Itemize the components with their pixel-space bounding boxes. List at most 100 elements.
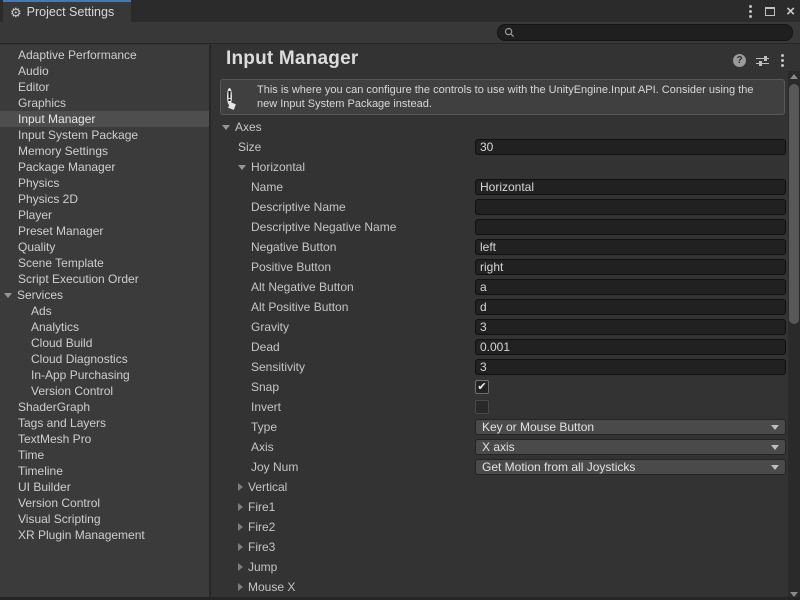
- joy-num-dropdown[interactable]: Get Motion from all Joysticks: [475, 459, 786, 475]
- row-label: Negative Button: [251, 240, 336, 254]
- sidebar-item-label: Graphics: [18, 96, 66, 110]
- alt-positive-button-field[interactable]: [475, 299, 786, 315]
- sidebar-item-audio[interactable]: Audio: [0, 63, 209, 79]
- sidebar-item-adaptive-performance[interactable]: Adaptive Performance: [0, 47, 209, 63]
- foldout-closed-icon: [238, 583, 243, 591]
- descriptive-negative-name-label: Descriptive Negative Name: [251, 217, 396, 237]
- sidebar-item-script-execution-order[interactable]: Script Execution Order: [0, 271, 209, 287]
- sidebar-item-analytics[interactable]: Analytics: [0, 319, 209, 335]
- sidebar-item-ui-builder[interactable]: UI Builder: [0, 479, 209, 495]
- row-label: Fire2: [248, 520, 275, 534]
- tab-project-settings[interactable]: ⚙ Project Settings: [3, 0, 131, 22]
- maximize-icon[interactable]: [765, 7, 775, 16]
- presets-icon[interactable]: [756, 55, 769, 67]
- row-label: Size: [238, 140, 261, 154]
- vertical-scrollbar[interactable]: [788, 71, 800, 600]
- sidebar-item-label: Input Manager: [18, 112, 95, 126]
- sidebar-item-shadergraph[interactable]: ShaderGraph: [0, 399, 209, 415]
- row-label: Invert: [251, 400, 281, 414]
- row-label: Jump: [248, 560, 277, 574]
- scrollbar-thumb[interactable]: [789, 84, 799, 324]
- foldout-fire1[interactable]: Fire1: [238, 497, 275, 517]
- sidebar-item-scene-template[interactable]: Scene Template: [0, 255, 209, 271]
- sidebar-item-version-control[interactable]: Version Control: [0, 495, 209, 511]
- tab-bar: ⚙ Project Settings ×: [0, 0, 800, 22]
- info-text: This is where you can configure the cont…: [257, 83, 776, 111]
- sidebar-item-physics[interactable]: Physics: [0, 175, 209, 191]
- sidebar-item-input-system-package[interactable]: Input System Package: [0, 127, 209, 143]
- foldout-fire3[interactable]: Fire3: [238, 537, 275, 557]
- sidebar-item-editor[interactable]: Editor: [0, 79, 209, 95]
- dead-field[interactable]: [475, 339, 786, 355]
- sidebar-item-cloud-build[interactable]: Cloud Build: [0, 335, 209, 351]
- axis-dropdown[interactable]: X axis: [475, 439, 786, 455]
- row-label: Joy Num: [251, 460, 298, 474]
- sidebar-item-player[interactable]: Player: [0, 207, 209, 223]
- panel-menu-icon[interactable]: [779, 52, 786, 69]
- foldout-mouse-x[interactable]: Mouse X: [238, 577, 295, 597]
- sidebar-item-cloud-diagnostics[interactable]: Cloud Diagnostics: [0, 351, 209, 367]
- sidebar-item-memory-settings[interactable]: Memory Settings: [0, 143, 209, 159]
- search-box[interactable]: [497, 24, 793, 41]
- snap-checkbox[interactable]: ✔: [475, 380, 489, 394]
- descriptive-negative-name-field[interactable]: [475, 219, 786, 235]
- foldout-closed-icon: [238, 483, 243, 491]
- sidebar-item-package-manager[interactable]: Package Manager: [0, 159, 209, 175]
- sidebar-item-label: Services: [17, 288, 63, 302]
- settings-sidebar: Adaptive Performance Audio Editor Graphi…: [0, 45, 211, 597]
- search-input[interactable]: [519, 27, 779, 39]
- row-label: Alt Positive Button: [251, 300, 348, 314]
- foldout-open-icon: [4, 293, 12, 298]
- sidebar-item-xr-plugin-management[interactable]: XR Plugin Management: [0, 527, 209, 543]
- scroll-up-icon[interactable]: [790, 74, 798, 79]
- invert-checkbox[interactable]: [475, 400, 489, 414]
- help-icon[interactable]: ?: [733, 54, 746, 67]
- dropdown-value: X axis: [482, 440, 771, 454]
- sensitivity-field[interactable]: [475, 359, 786, 375]
- gravity-field[interactable]: [475, 319, 786, 335]
- sidebar-item-textmesh-pro[interactable]: TextMesh Pro: [0, 431, 209, 447]
- foldout-jump[interactable]: Jump: [238, 557, 277, 577]
- sidebar-item-label: Cloud Diagnostics: [31, 352, 128, 366]
- sidebar-item-input-manager[interactable]: Input Manager: [0, 111, 209, 127]
- descriptive-name-field[interactable]: [475, 199, 786, 215]
- alt-negative-button-field[interactable]: [475, 279, 786, 295]
- sidebar-item-graphics[interactable]: Graphics: [0, 95, 209, 111]
- sidebar-item-quality[interactable]: Quality: [0, 239, 209, 255]
- sidebar-item-tags-and-layers[interactable]: Tags and Layers: [0, 415, 209, 431]
- tab-title: Project Settings: [27, 5, 115, 19]
- info-box: ! This is where you can configure the co…: [220, 79, 785, 115]
- joy-num-label: Joy Num: [251, 457, 298, 477]
- sidebar-item-label: Package Manager: [18, 160, 115, 174]
- positive-button-field[interactable]: [475, 259, 786, 275]
- foldout-horizontal[interactable]: Horizontal: [238, 157, 305, 177]
- row-label: Fire1: [248, 500, 275, 514]
- sidebar-item-physics-2d[interactable]: Physics 2D: [0, 191, 209, 207]
- sidebar-item-label: Physics 2D: [18, 192, 78, 206]
- foldout-vertical[interactable]: Vertical: [238, 477, 287, 497]
- name-field[interactable]: [475, 179, 786, 195]
- sidebar-item-in-app-purchasing[interactable]: In-App Purchasing: [0, 367, 209, 383]
- settings-content: ! This is where you can configure the co…: [211, 73, 788, 597]
- foldout-axes[interactable]: Axes: [222, 117, 262, 137]
- sensitivity-label: Sensitivity: [251, 357, 305, 377]
- type-dropdown[interactable]: Key or Mouse Button: [475, 419, 786, 435]
- check-icon: ✔: [477, 381, 486, 393]
- foldout-fire2[interactable]: Fire2: [238, 517, 275, 537]
- dropdown-value: Get Motion from all Joysticks: [482, 460, 771, 474]
- size-field[interactable]: [475, 139, 786, 155]
- close-icon[interactable]: ×: [786, 4, 795, 19]
- gravity-label: Gravity: [251, 317, 289, 337]
- sidebar-item-timeline[interactable]: Timeline: [0, 463, 209, 479]
- window-menu-icon[interactable]: [747, 3, 754, 20]
- info-icon: !: [227, 86, 249, 108]
- sidebar-item-label: Adaptive Performance: [18, 48, 137, 62]
- sidebar-item-ads[interactable]: Ads: [0, 303, 209, 319]
- sidebar-item-services[interactable]: Services: [0, 287, 209, 303]
- negative-button-field[interactable]: [475, 239, 786, 255]
- sidebar-item-preset-manager[interactable]: Preset Manager: [0, 223, 209, 239]
- row-label: Descriptive Name: [251, 200, 346, 214]
- sidebar-item-version-control-service[interactable]: Version Control: [0, 383, 209, 399]
- sidebar-item-time[interactable]: Time: [0, 447, 209, 463]
- sidebar-item-visual-scripting[interactable]: Visual Scripting: [0, 511, 209, 527]
